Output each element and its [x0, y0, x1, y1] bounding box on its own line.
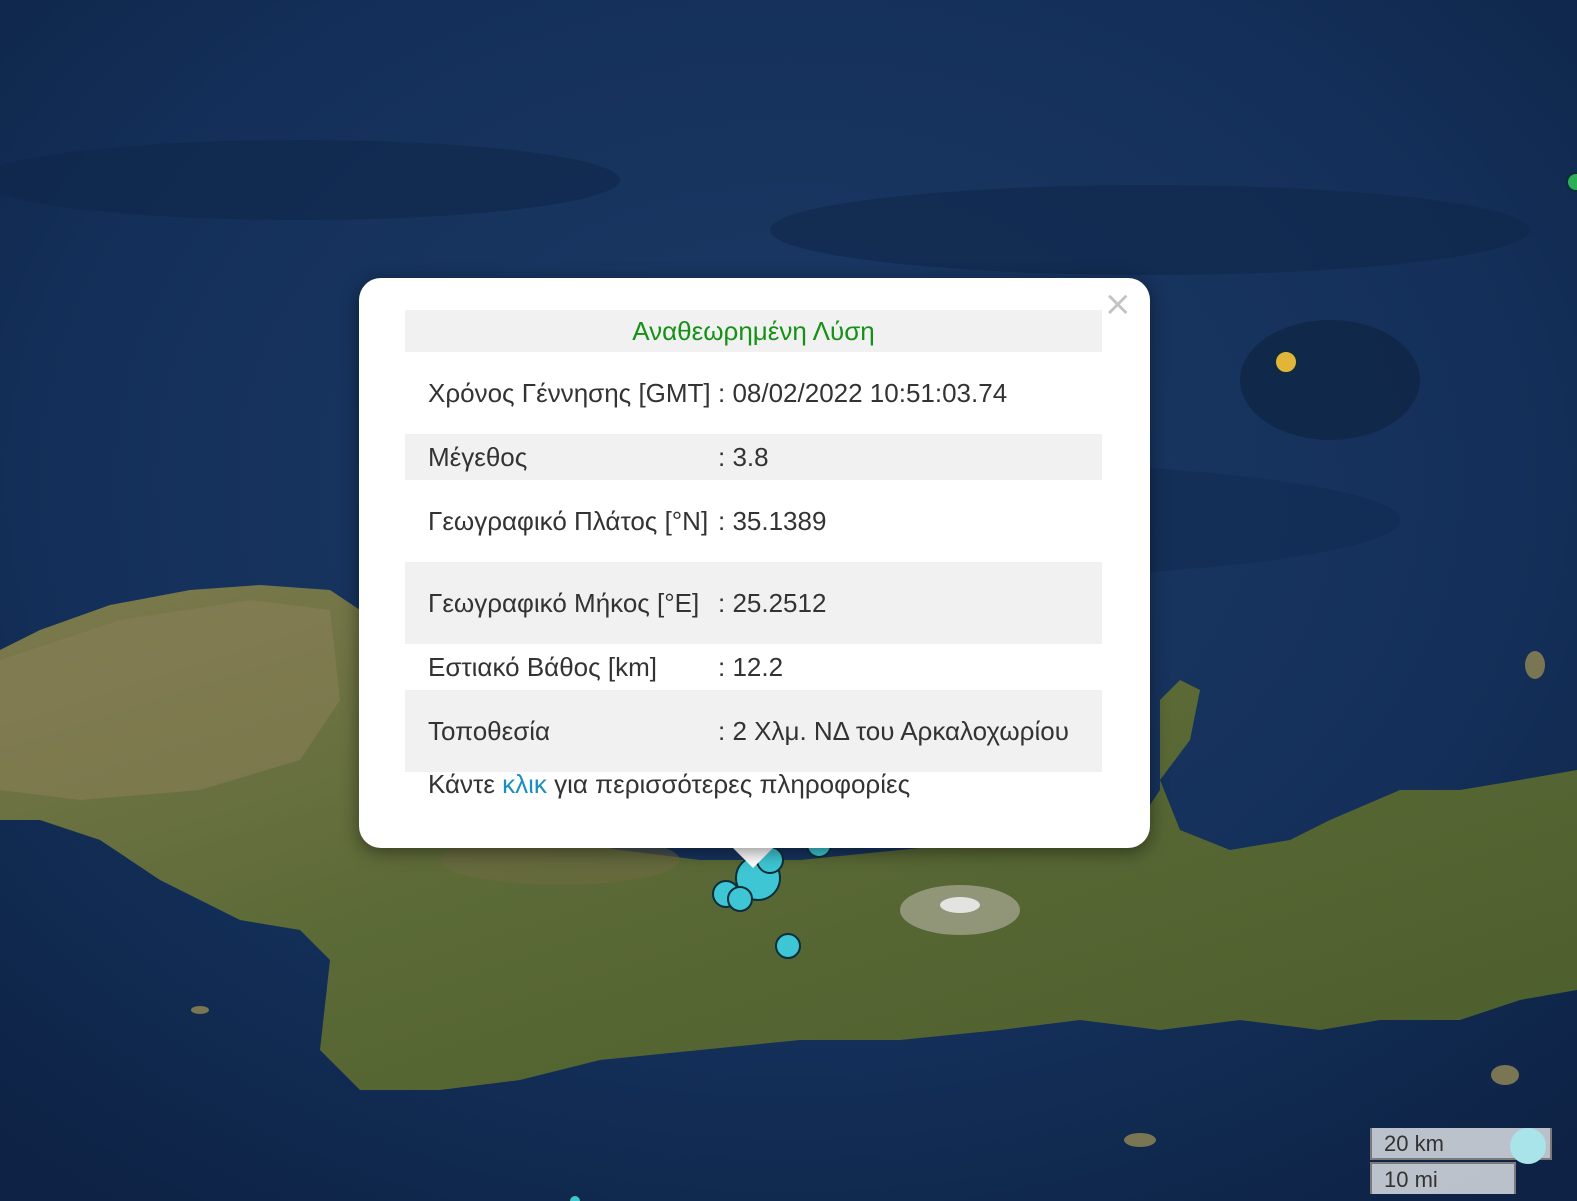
- footer-suffix: για περισσότερες πληροφορίες: [546, 769, 911, 799]
- row-value: : 12.2: [718, 652, 784, 682]
- earthquake-marker[interactable]: [775, 933, 801, 959]
- table-row: Εστιακό Βάθος [km] : 12.2: [405, 644, 1102, 690]
- earthquake-marker[interactable]: [568, 1194, 582, 1201]
- table-row: Τοποθεσία : 2 Χλμ. ΝΔ του Αρκαλοχωρίου: [405, 690, 1102, 772]
- footer-prefix: Κάντε: [428, 769, 503, 799]
- row-label: Εστιακό Βάθος [km]: [428, 652, 657, 682]
- earthquake-marker[interactable]: [1274, 350, 1298, 374]
- row-value: : 2 Χλμ. ΝΔ του Αρκαλοχωρίου: [718, 690, 1102, 772]
- row-label: Χρόνος Γέννησης [GMT]: [428, 378, 711, 408]
- table-row: Γεωγραφικό Πλάτος [°N] : 35.1389: [405, 480, 1102, 562]
- row-label: Γεωγραφικό Πλάτος [°N]: [428, 506, 709, 536]
- popup-title: Αναθεωρημένη Λύση: [405, 310, 1102, 352]
- table-row: Μέγεθος : 3.8: [405, 434, 1102, 480]
- earthquake-popup: × Αναθεωρημένη Λύση Χρόνος Γέννησης [GMT…: [359, 278, 1150, 848]
- popup-footer: Κάντε κλικ για περισσότερες πληροφορίες: [428, 769, 910, 800]
- map-canvas[interactable]: × Αναθεωρημένη Λύση Χρόνος Γέννησης [GMT…: [0, 0, 1577, 1201]
- scale-mi: 10 mi: [1370, 1162, 1516, 1194]
- popup-tip: [731, 846, 775, 868]
- earthquake-marker[interactable]: [1510, 1128, 1546, 1164]
- table-row: Γεωγραφικό Μήκος [°E] : 25.2512: [405, 562, 1102, 644]
- row-value: : 25.2512: [718, 562, 1102, 644]
- close-icon[interactable]: ×: [1104, 284, 1133, 324]
- row-value: : 08/02/2022 10:51:03.74: [718, 378, 1008, 408]
- row-value: : 3.8: [718, 434, 1102, 480]
- more-info-link[interactable]: κλικ: [502, 769, 547, 799]
- popup-title-row: Αναθεωρημένη Λύση: [405, 310, 1102, 352]
- earthquake-details-table: Αναθεωρημένη Λύση Χρόνος Γέννησης [GMT] …: [405, 310, 1102, 772]
- table-row: Χρόνος Γέννησης [GMT] : 08/02/2022 10:51…: [405, 352, 1102, 434]
- row-label: Μέγεθος: [405, 434, 718, 480]
- row-label: Γεωγραφικό Μήκος [°E]: [405, 562, 718, 644]
- row-value: : 35.1389: [718, 506, 827, 536]
- earthquake-marker[interactable]: [727, 886, 753, 912]
- row-label: Τοποθεσία: [405, 690, 718, 772]
